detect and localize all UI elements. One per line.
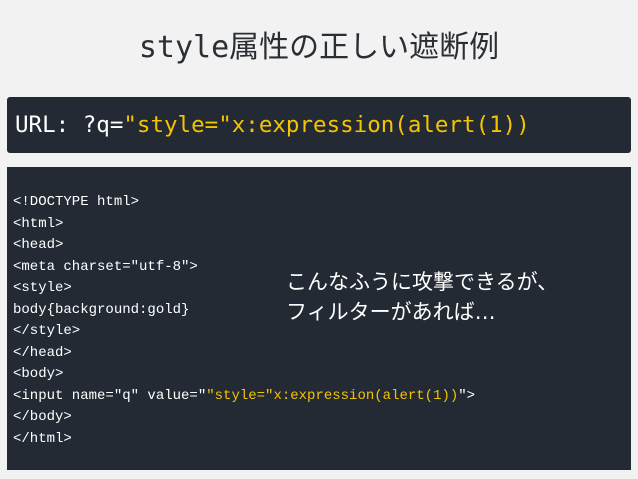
code-line: <head> — [13, 237, 64, 253]
code-line: </head> — [13, 344, 72, 361]
url-prefix: URL: ?q= — [15, 112, 124, 138]
input-tag-end: "> — [458, 387, 476, 404]
slide-title-text: 属性の正しい遮断例 — [229, 30, 500, 65]
slide-title: style属性の正しい遮断例 — [0, 22, 638, 66]
slide-title-code: style — [138, 30, 230, 65]
note-callout: こんなふうに攻撃できるが、 フィルターがあれば… — [286, 267, 558, 327]
code-line: </body> — [13, 409, 72, 425]
code-line: <body> — [13, 366, 64, 382]
code-line: <html> — [13, 215, 64, 232]
url-bar: URL: ?q="style="x:expression(alert(1)) — [7, 97, 631, 153]
code-line: <!DOCTYPE html> — [13, 194, 140, 210]
note-line-2: フィルターがあれば… — [286, 300, 496, 324]
code-line: </html> — [13, 430, 72, 447]
code-line-input: <input name="q" value=""style="x:express… — [13, 386, 631, 408]
slide: style属性の正しい遮断例 URL: ?q="style="x:express… — [0, 0, 638, 479]
url-payload: "style="x:expression(alert(1)) — [123, 112, 530, 138]
injected-payload: "style="x:expression(alert(1)) — [206, 387, 459, 404]
input-tag-start: <input name="q" value=" — [13, 387, 207, 404]
note-line-1: こんなふうに攻撃できるが、 — [286, 270, 559, 294]
